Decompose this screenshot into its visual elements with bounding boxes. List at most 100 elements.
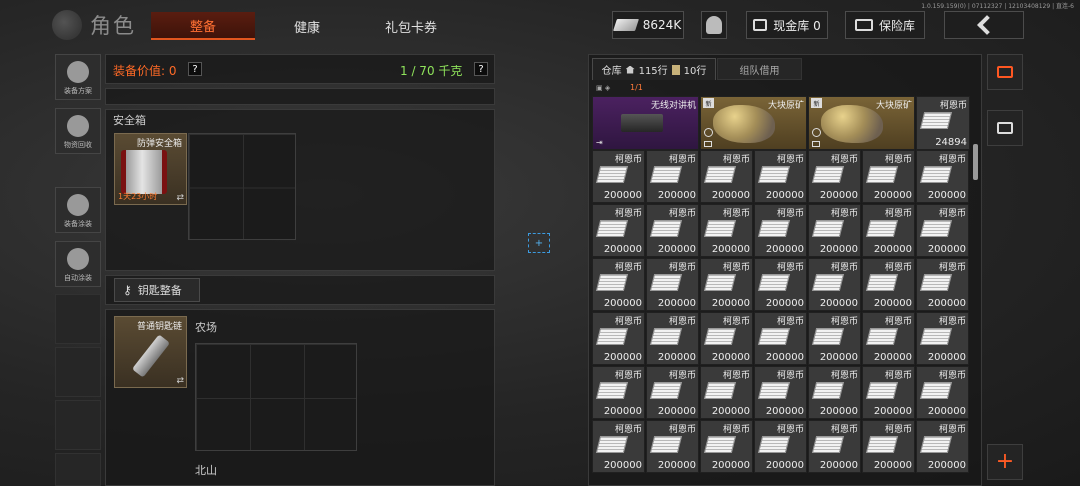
tab-team-borrow[interactable]: 组队借用	[717, 58, 802, 80]
item-cell-radio[interactable]: 无线对讲机 ⇥	[592, 96, 699, 150]
ore-icon	[713, 105, 775, 143]
item-name: 柯恩币	[722, 155, 750, 165]
item-cell-coin[interactable]: 柯恩币 200000	[862, 312, 915, 365]
item-cell-coin[interactable]: 柯恩币 200000	[862, 420, 915, 473]
tab-health[interactable]: 健康	[257, 12, 357, 40]
item-cell-coin[interactable]: 柯恩币 200000	[646, 150, 699, 203]
item-cell-ore[interactable]: 大块原矿 新	[808, 96, 915, 150]
item-cell-coin[interactable]: 柯恩币 200000	[916, 258, 969, 311]
item-cell-coin[interactable]: 柯恩币 200000	[646, 312, 699, 365]
item-qty: 200000	[927, 244, 966, 255]
tab-loadout[interactable]: 整备	[151, 12, 255, 40]
item-cell-coin[interactable]: 柯恩币 200000	[808, 204, 861, 257]
item-cell-coin[interactable]: 柯恩币 200000	[754, 312, 807, 365]
stack-view-button[interactable]	[987, 54, 1023, 90]
item-qty: 200000	[603, 460, 642, 471]
safe-box-item[interactable]: 防弹安全箱 1天23小时 ⇄	[114, 133, 187, 205]
filter-icons[interactable]: ▣ ◈	[596, 84, 610, 92]
coin-bundle-icon	[919, 220, 953, 237]
item-cell-coin[interactable]: 柯恩币 200000	[592, 204, 645, 257]
sidebar-item-auto-paint[interactable]: 自动涂装	[55, 241, 101, 287]
cash-vault-label: 现金库 0	[773, 18, 821, 33]
tab-warehouse[interactable]: 仓库 115行 10行	[592, 58, 716, 80]
item-cell-ore[interactable]: 大块原矿 新	[700, 96, 807, 150]
item-name: 柯恩币	[938, 425, 966, 435]
map-label-farm: 农场	[195, 321, 217, 334]
item-cell-coin[interactable]: 柯恩币 200000	[808, 150, 861, 203]
item-cell-coin[interactable]: 柯恩币 200000	[592, 150, 645, 203]
item-cell-coin[interactable]: 柯恩币 200000	[592, 312, 645, 365]
item-qty: 200000	[603, 352, 642, 363]
radio-icon	[621, 114, 663, 132]
safe-vault-button[interactable]: 保险库	[845, 11, 925, 39]
weight-capacity: 1 / 70 千克	[400, 64, 463, 78]
coin-bundle-icon	[703, 328, 737, 345]
help-text: ?	[478, 63, 484, 75]
help-icon[interactable]: ?	[188, 62, 202, 76]
item-cell-coin[interactable]: 柯恩币 200000	[646, 420, 699, 473]
back-button[interactable]	[944, 11, 1024, 39]
debug-info: 1.0.159.159(0) | 07112327 | 12103408129 …	[921, 3, 1074, 10]
item-cell-coin[interactable]: 柯恩币 200000	[808, 258, 861, 311]
item-cell-coin[interactable]: 柯恩币 200000	[754, 420, 807, 473]
swap-icon[interactable]: ⇄	[176, 193, 184, 203]
cash-vault-button[interactable]: 现金库 0	[746, 11, 828, 39]
item-cell-coin[interactable]: 柯恩币 200000	[916, 150, 969, 203]
item-cell-coin[interactable]: 柯恩币 200000	[862, 204, 915, 257]
item-cell-coin[interactable]: 柯恩币 200000	[646, 204, 699, 257]
item-cell-coin[interactable]: 柯恩币 200000	[646, 366, 699, 419]
item-cell-coin[interactable]: 柯恩币 200000	[646, 258, 699, 311]
item-cell-coin[interactable]: 柯恩币 200000	[700, 420, 753, 473]
item-cell-coin[interactable]: 柯恩币 200000	[700, 204, 753, 257]
item-cell-coin[interactable]: 柯恩币 200000	[754, 150, 807, 203]
item-cell-coin[interactable]: 柯恩币 200000	[862, 366, 915, 419]
item-cell-coin[interactable]: 柯恩币 200000	[592, 366, 645, 419]
money-display[interactable]: 8624K	[612, 11, 684, 39]
key-chain-item[interactable]: 普通钥匙链 ⇄	[114, 316, 187, 388]
item-cell-coin[interactable]: 柯恩币 200000	[808, 312, 861, 365]
item-name: 柯恩币	[830, 371, 858, 381]
item-cell-coin[interactable]: 柯恩币 200000	[916, 204, 969, 257]
coin-bundle-icon	[595, 166, 629, 183]
item-cell-coin[interactable]: 柯恩币 200000	[754, 258, 807, 311]
item-cell-coin[interactable]: 柯恩币 200000	[862, 258, 915, 311]
coin-bundle-icon	[649, 166, 683, 183]
sidebar-item-gear-plan[interactable]: 装备方案	[55, 54, 101, 100]
coin-bundle-icon	[811, 328, 845, 345]
item-cell-coin[interactable]: 柯恩币 200000	[592, 258, 645, 311]
item-cell-coin[interactable]: 柯恩币 200000	[916, 366, 969, 419]
divider-bar	[105, 88, 495, 105]
item-cell-coin[interactable]: 柯恩币 200000	[700, 258, 753, 311]
coin-bundle-icon	[595, 382, 629, 399]
inventory-sort-button[interactable]	[987, 110, 1023, 146]
bulletproof-case-icon	[121, 150, 167, 194]
item-qty: 200000	[765, 352, 804, 363]
item-cell-coin[interactable]: 柯恩币 200000	[808, 366, 861, 419]
key-grid-farm[interactable]	[195, 343, 357, 451]
item-cell-coin[interactable]: 柯恩币 200000	[862, 150, 915, 203]
transfer-target-icon[interactable]: +	[528, 233, 550, 253]
item-cell-coin[interactable]: 柯恩币 200000	[808, 420, 861, 473]
item-cell-coin[interactable]: 柯恩币 200000	[754, 204, 807, 257]
scrollbar[interactable]	[973, 144, 978, 180]
item-cell-coin[interactable]: 柯恩币 24894	[916, 96, 970, 150]
item-cell-coin[interactable]: 柯恩币 200000	[700, 312, 753, 365]
profile-button[interactable]	[701, 11, 727, 39]
add-row-button[interactable]: +	[987, 444, 1023, 480]
key-loadout-button[interactable]: ⚷ 钥匙整备	[114, 278, 200, 302]
item-cell-coin[interactable]: 柯恩币 200000	[916, 420, 969, 473]
coin-bundle-icon	[919, 166, 953, 183]
item-cell-coin[interactable]: 柯恩币 200000	[754, 366, 807, 419]
item-cell-coin[interactable]: 柯恩币 200000	[700, 366, 753, 419]
item-cell-coin[interactable]: 柯恩币 200000	[700, 150, 753, 203]
safe-box-grid[interactable]	[188, 133, 296, 240]
item-cell-coin[interactable]: 柯恩币 200000	[916, 312, 969, 365]
sidebar-item-recycle[interactable]: 物资回收	[55, 108, 101, 154]
coin-bundle-icon	[703, 436, 737, 453]
swap-icon[interactable]: ⇄	[176, 376, 184, 386]
layers-icon	[997, 66, 1013, 78]
item-cell-coin[interactable]: 柯恩币 200000	[592, 420, 645, 473]
sidebar-item-paint[interactable]: 装备涂装	[55, 187, 101, 233]
tab-gift-coupons[interactable]: 礼包卡券	[359, 12, 463, 40]
help-icon[interactable]: ?	[474, 62, 488, 76]
